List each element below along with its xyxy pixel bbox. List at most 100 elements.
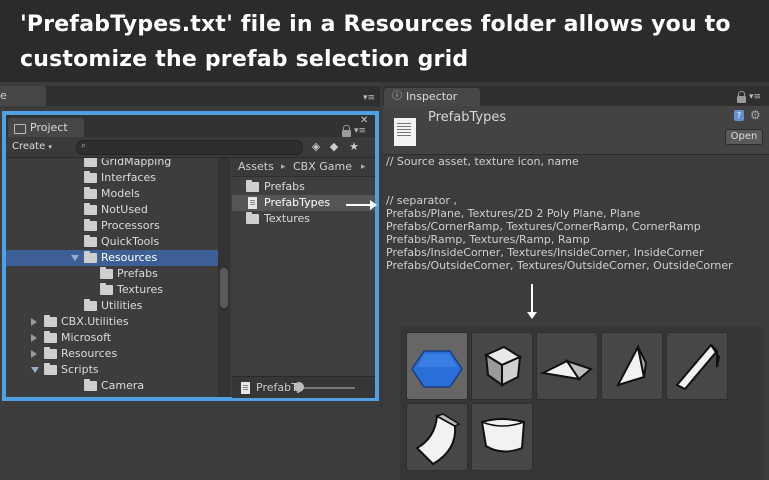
tab-inspector[interactable]: ⓘ Inspector xyxy=(384,88,480,106)
arrow-right-icon xyxy=(346,200,377,210)
breadcrumb-separator-icon: ▸ xyxy=(361,162,366,172)
tree-item-label: Scripts xyxy=(61,363,99,376)
create-dropdown[interactable]: Create ▾ xyxy=(12,140,70,154)
tree-item-label: CBX.Utilities xyxy=(61,315,129,328)
arrow-down-icon xyxy=(527,284,537,319)
tree-item[interactable]: Utilities xyxy=(6,298,218,314)
tree-item[interactable]: Resources xyxy=(6,250,218,266)
tree-item[interactable]: GridMapping xyxy=(6,158,218,170)
tutorial-banner: 'PrefabTypes.txt' file in a Resources fo… xyxy=(0,0,769,82)
lock-icon[interactable] xyxy=(737,91,746,103)
background-tab[interactable]: e xyxy=(0,86,46,106)
tree-item-label: QuickTools xyxy=(101,235,160,248)
tab-inspector-label: Inspector xyxy=(406,90,458,103)
tree-item-label: Processors xyxy=(101,219,160,232)
folder-icon xyxy=(84,171,97,183)
asset-title: PrefabTypes xyxy=(428,110,507,125)
tree-item[interactable]: NotUsed xyxy=(6,202,218,218)
text-file-icon xyxy=(248,197,257,209)
project-tab-bar: Project ✕ ▾≡ xyxy=(6,115,375,137)
asset-list-pane: Assets ▸ CBX Game ▸ Prefabs PrefabTypes … xyxy=(232,158,375,398)
panel-menu-icon[interactable]: ▾≡ xyxy=(354,126,366,136)
prefab-cell-ramp[interactable] xyxy=(601,332,663,400)
breadcrumb-cbx-game[interactable]: CBX Game xyxy=(293,158,352,176)
asset-status-bar: PrefabTy xyxy=(232,376,375,398)
icon-size-slider[interactable] xyxy=(300,387,355,389)
project-window: Project ✕ ▾≡ Create ▾ ⌕ ◈ ◆ ★ GridMappin… xyxy=(2,111,379,401)
breadcrumb-assets[interactable]: Assets xyxy=(238,158,274,176)
breadcrumb: Assets ▸ CBX Game ▸ xyxy=(232,158,375,177)
info-icon: ⓘ xyxy=(392,91,402,102)
folder-icon xyxy=(84,158,97,167)
prefab-cell-inside-corner[interactable] xyxy=(666,332,728,400)
asset-label: Textures xyxy=(264,212,310,225)
prefab-cell-cube[interactable] xyxy=(471,332,533,400)
tree-item[interactable]: Microsoft xyxy=(6,330,218,346)
project-window-icon xyxy=(14,124,26,134)
filter-by-label-icon[interactable]: ◆ xyxy=(327,140,341,153)
inspector-tab-bar: ⓘ Inspector ▾≡ xyxy=(383,86,769,106)
tree-item-label: Resources xyxy=(101,251,158,264)
left-panel-menu-icon[interactable]: ▾≡ xyxy=(363,93,375,103)
tree-item[interactable]: Textures xyxy=(6,282,218,298)
folder-icon xyxy=(84,187,97,199)
asset-label: Prefabs xyxy=(264,180,305,193)
tree-item[interactable]: Camera xyxy=(6,378,218,394)
scrollbar-thumb[interactable] xyxy=(220,268,228,308)
tree-item-label: Prefabs xyxy=(117,267,158,280)
folder-icon xyxy=(100,267,113,279)
tree-item[interactable]: QuickTools xyxy=(6,234,218,250)
folder-tree: GridMapping Interfaces Models NotUsed Proces… xyxy=(6,158,218,397)
prefab-cell-rounded-box[interactable] xyxy=(471,403,533,471)
expand-arrow-down-icon[interactable] xyxy=(71,255,79,261)
corner-ramp-icon xyxy=(539,359,594,381)
expand-arrow-right-icon[interactable] xyxy=(31,350,37,358)
folder-icon xyxy=(246,212,259,224)
favorite-star-icon[interactable]: ★ xyxy=(347,140,361,153)
create-label: Create xyxy=(12,141,46,152)
asset-item[interactable]: Textures xyxy=(232,211,375,227)
tree-item[interactable]: Models xyxy=(6,186,218,202)
search-input[interactable]: ⌕ xyxy=(76,140,303,155)
open-button[interactable]: Open xyxy=(725,129,763,145)
close-icon[interactable]: ✕ xyxy=(360,115,368,126)
tab-project[interactable]: Project xyxy=(8,118,84,137)
lock-icon[interactable] xyxy=(342,125,351,137)
asset-label: PrefabTypes xyxy=(264,196,331,209)
tree-item-label: NotUsed xyxy=(101,203,148,216)
help-icon[interactable]: ? xyxy=(734,110,744,121)
hexagon-plane-icon xyxy=(411,350,463,388)
folder-icon xyxy=(84,203,97,215)
folder-icon xyxy=(84,251,97,263)
asset-item[interactable]: Prefabs xyxy=(232,179,375,195)
icon-size-slider-knob[interactable] xyxy=(294,382,304,392)
folder-icon xyxy=(84,299,97,311)
tree-item[interactable]: CBX.Utilities xyxy=(6,314,218,330)
expand-arrow-down-icon[interactable] xyxy=(31,367,39,373)
folder-icon xyxy=(100,283,113,295)
banner-line-1: 'PrefabTypes.txt' file in a Resources fo… xyxy=(20,12,731,37)
search-icon: ⌕ xyxy=(81,141,87,151)
tree-item[interactable]: Scripts xyxy=(6,362,218,378)
folder-icon xyxy=(84,219,97,231)
prefab-cell-plane[interactable] xyxy=(406,332,468,400)
gear-icon[interactable]: ⚙ xyxy=(750,108,761,122)
asset-item[interactable]: PrefabTypes xyxy=(232,195,375,211)
filter-by-type-icon[interactable]: ◈ xyxy=(309,140,323,153)
tree-item[interactable]: Resources xyxy=(6,346,218,362)
tree-item[interactable]: Processors xyxy=(6,218,218,234)
folder-icon xyxy=(44,331,57,343)
breadcrumb-separator-icon: ▸ xyxy=(281,162,286,172)
panel-menu-icon[interactable]: ▾≡ xyxy=(749,92,761,102)
tree-item[interactable]: Prefabs xyxy=(6,266,218,282)
expand-arrow-right-icon[interactable] xyxy=(31,334,37,342)
folder-icon xyxy=(44,315,57,327)
prefab-cell-outside-corner[interactable] xyxy=(406,403,468,471)
left-tab-bar xyxy=(0,86,380,106)
prefab-cell-corner-ramp[interactable] xyxy=(536,332,598,400)
expand-arrow-right-icon[interactable] xyxy=(31,318,37,326)
tree-item-label: Textures xyxy=(117,283,163,296)
tree-item[interactable]: Interfaces xyxy=(6,170,218,186)
inspector-header: PrefabTypes ? ⚙ Open xyxy=(383,106,769,155)
tree-scrollbar[interactable] xyxy=(218,158,230,397)
